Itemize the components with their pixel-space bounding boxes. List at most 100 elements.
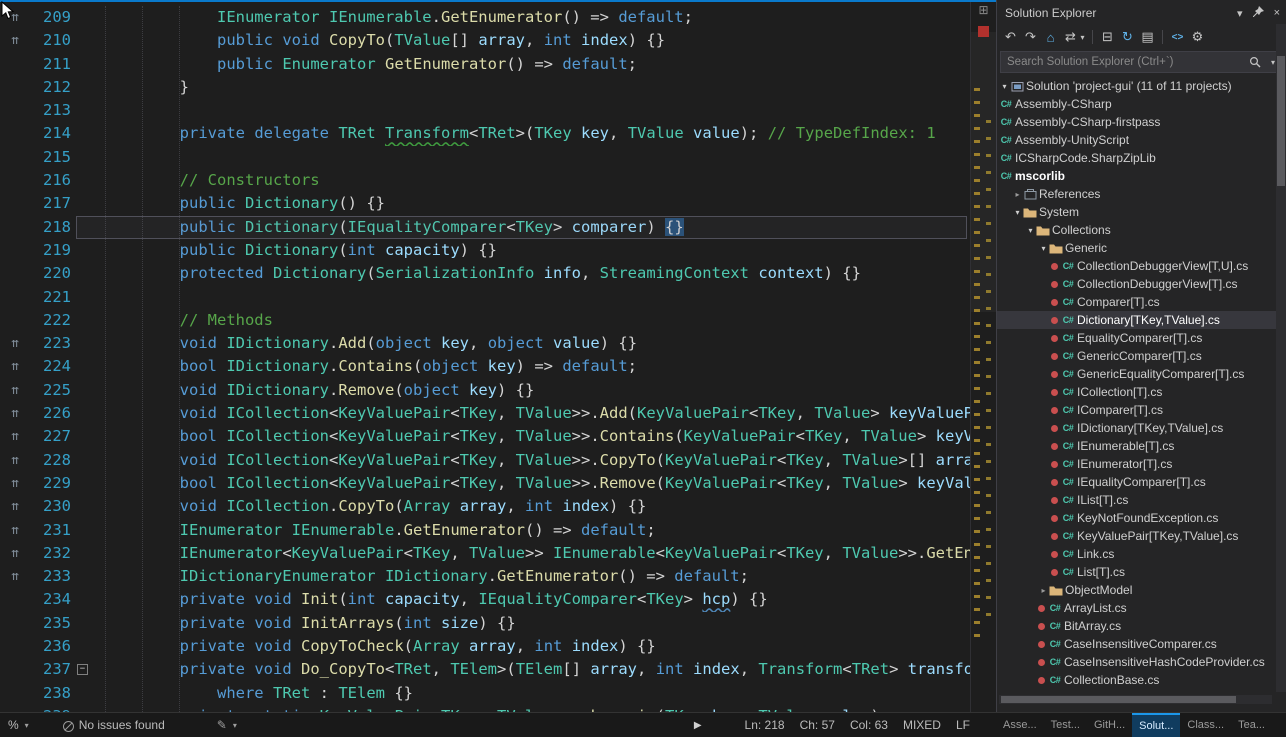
tree-item-ienumerable-t-cs[interactable]: C#IEnumerable[T].cs <box>997 437 1286 455</box>
horizontal-scrollbar[interactable] <box>999 695 1272 704</box>
code-line-237[interactable]: 237− private void Do_CopyTo<TRet, TElem>… <box>0 658 970 681</box>
line-number[interactable]: 217 <box>30 192 76 215</box>
line-number[interactable]: 224 <box>30 355 76 378</box>
code-line-221[interactable]: 221 <box>0 286 970 309</box>
tree-item-ilist-t-cs[interactable]: C#IList[T].cs <box>997 491 1286 509</box>
code-text[interactable] <box>92 99 970 122</box>
issues-status[interactable]: No issues found <box>63 718 165 732</box>
code-line-230[interactable]: ⇈230 void ICollection.CopyTo(Array array… <box>0 495 970 518</box>
tree-item-arraylist-cs[interactable]: C#ArrayList.cs <box>997 599 1286 617</box>
refresh-icon[interactable]: ↻ <box>1118 27 1137 47</box>
tree-item-collectiondebuggerview-t-cs[interactable]: C#CollectionDebuggerView[T].cs <box>997 275 1286 293</box>
code-line-227[interactable]: ⇈227 bool ICollection<KeyValuePair<TKey,… <box>0 425 970 448</box>
code-line-217[interactable]: 217 public Dictionary() {} <box>0 192 970 215</box>
tree-item-dictionary-tkey-tvalue-cs[interactable]: C#Dictionary[TKey,TValue].cs <box>997 311 1286 329</box>
forward-icon[interactable]: ↷ <box>1021 27 1040 47</box>
code-text[interactable]: void IDictionary.Add(object key, object … <box>92 332 970 355</box>
eol-indicator[interactable]: LF <box>956 718 970 732</box>
code-line-210[interactable]: ⇈210 public void CopyTo(TValue[] array, … <box>0 29 970 52</box>
code-line-225[interactable]: ⇈225 void IDictionary.Remove(object key)… <box>0 379 970 402</box>
code-text[interactable]: void ICollection<KeyValuePair<TKey, TVal… <box>92 449 970 472</box>
line-number[interactable]: 222 <box>30 309 76 332</box>
code-text[interactable]: void ICollection.CopyTo(Array array, int… <box>92 495 970 518</box>
code-text[interactable]: IEnumerator IEnumerable.GetEnumerator() … <box>92 6 970 29</box>
tree-item-link-cs[interactable]: C#Link.cs <box>997 545 1286 563</box>
tree-item-list-t-cs[interactable]: C#List[T].cs <box>997 563 1286 581</box>
code-line-215[interactable]: 215 <box>0 146 970 169</box>
line-number[interactable]: 225 <box>30 379 76 402</box>
tree-item-collectionbase-cs[interactable]: C#CollectionBase.cs <box>997 671 1286 689</box>
collapse-all-icon[interactable]: ⊟ <box>1098 27 1117 47</box>
code-line-214[interactable]: 214 private delegate TRet Transform<TRet… <box>0 122 970 145</box>
tree-item-caseinsensitivehashcodeprovider-cs[interactable]: C#CaseInsensitiveHashCodeProvider.cs <box>997 653 1286 671</box>
view-code-icon[interactable]: <> <box>1168 27 1187 47</box>
code-text[interactable]: bool ICollection<KeyValuePair<TKey, TVal… <box>92 425 970 448</box>
tree-item-genericequalitycomparer-t-cs[interactable]: C#GenericEqualityComparer[T].cs <box>997 365 1286 383</box>
tree-item-iequalitycomparer-t-cs[interactable]: C#IEqualityComparer[T].cs <box>997 473 1286 491</box>
horizontal-scrollbar-thumb[interactable] <box>1001 696 1236 703</box>
code-text[interactable]: where TRet : TElem {} <box>92 682 970 705</box>
reference-glyph-icon[interactable]: ⇈ <box>0 542 30 565</box>
code-line-219[interactable]: 219 public Dictionary(int capacity) {} <box>0 239 970 262</box>
reference-glyph-icon[interactable]: ⇈ <box>0 495 30 518</box>
line-number[interactable]: 226 <box>30 402 76 425</box>
tree-item-bitarray-cs[interactable]: C#BitArray.cs <box>997 617 1286 635</box>
line-number[interactable]: 227 <box>30 425 76 448</box>
chevron-right-icon[interactable]: ▶ <box>694 720 702 731</box>
tree-item-icollection-t-cs[interactable]: C#ICollection[T].cs <box>997 383 1286 401</box>
error-marker[interactable] <box>978 26 989 37</box>
expand-arrow-icon[interactable]: ▸ <box>1038 586 1049 595</box>
tree-item-collections[interactable]: ▾Collections <box>997 221 1286 239</box>
code-line-216[interactable]: 216 // Constructors <box>0 169 970 192</box>
line-number[interactable]: 223 <box>30 332 76 355</box>
collapse-arrow-icon[interactable]: ▾ <box>1038 244 1049 253</box>
code-text[interactable] <box>92 146 970 169</box>
panel-tab-test[interactable]: Test... <box>1044 713 1087 737</box>
vertical-scrollbar[interactable] <box>1276 24 1286 692</box>
close-icon[interactable]: × <box>1274 7 1280 19</box>
tree-item-solution-project-gui-11-of-11-projects[interactable]: ▾Solution 'project-gui' (11 of 11 projec… <box>997 77 1286 95</box>
code-text[interactable]: void ICollection<KeyValuePair<TKey, TVal… <box>92 402 970 425</box>
line-number[interactable]: 214 <box>30 122 76 145</box>
line-number[interactable]: 237 <box>30 658 76 681</box>
code-line-224[interactable]: ⇈224 bool IDictionary.Contains(object ke… <box>0 355 970 378</box>
tree-item-assembly-unityscript[interactable]: C#Assembly-UnityScript <box>997 131 1286 149</box>
tree-item-comparer-t-cs[interactable]: C#Comparer[T].cs <box>997 293 1286 311</box>
code-text[interactable]: protected Dictionary(SerializationInfo i… <box>92 262 970 285</box>
properties-icon[interactable]: ⚙ <box>1188 27 1207 47</box>
reference-glyph-icon[interactable]: ⇈ <box>0 472 30 495</box>
code-text[interactable]: public Dictionary(int capacity) {} <box>92 239 970 262</box>
code-line-220[interactable]: 220 protected Dictionary(SerializationIn… <box>0 262 970 285</box>
line-number[interactable]: 229 <box>30 472 76 495</box>
panel-tab-solut[interactable]: Solut... <box>1132 713 1180 737</box>
line-number[interactable]: 233 <box>30 565 76 588</box>
code-text[interactable]: private void Do_CopyTo<TRet, TElem>(TEle… <box>92 658 970 681</box>
tree-item-mscorlib[interactable]: C#mscorlib <box>997 167 1286 185</box>
pencil-icon[interactable]: ✎ <box>217 718 227 732</box>
reference-glyph-icon[interactable]: ⇈ <box>0 379 30 402</box>
line-number[interactable]: 218 <box>30 216 76 239</box>
code-line-231[interactable]: ⇈231 IEnumerator IEnumerable.GetEnumerat… <box>0 519 970 542</box>
code-text[interactable]: public Dictionary(IEqualityComparer<TKey… <box>92 216 970 239</box>
tree-item-assembly-csharp[interactable]: C#Assembly-CSharp <box>997 95 1286 113</box>
search-input[interactable] <box>1001 56 1246 68</box>
code-text[interactable]: // Methods <box>92 309 970 332</box>
code-text[interactable]: } <box>92 76 970 99</box>
tree-item-idictionary-tkey-tvalue-cs[interactable]: C#IDictionary[TKey,TValue].cs <box>997 419 1286 437</box>
code-line-233[interactable]: ⇈233 IDictionaryEnumerator IDictionary.G… <box>0 565 970 588</box>
tree-item-references[interactable]: ▸References <box>997 185 1286 203</box>
code-line-222[interactable]: 222 // Methods <box>0 309 970 332</box>
tree-item-generic[interactable]: ▾Generic <box>997 239 1286 257</box>
tree-item-collectiondebuggerview-t-u-cs[interactable]: C#CollectionDebuggerView[T,U].cs <box>997 257 1286 275</box>
code-line-212[interactable]: 212 } <box>0 76 970 99</box>
encoding-indicator[interactable]: MIXED <box>903 718 941 732</box>
line-number[interactable]: 220 <box>30 262 76 285</box>
line-number[interactable]: 236 <box>30 635 76 658</box>
line-number[interactable]: 232 <box>30 542 76 565</box>
reference-glyph-icon[interactable]: ⇈ <box>0 332 30 355</box>
panel-tab-asse[interactable]: Asse... <box>996 713 1044 737</box>
line-number[interactable]: 231 <box>30 519 76 542</box>
line-number[interactable]: 219 <box>30 239 76 262</box>
line-number[interactable]: 234 <box>30 588 76 611</box>
panel-tab-gith[interactable]: GitH... <box>1087 713 1132 737</box>
